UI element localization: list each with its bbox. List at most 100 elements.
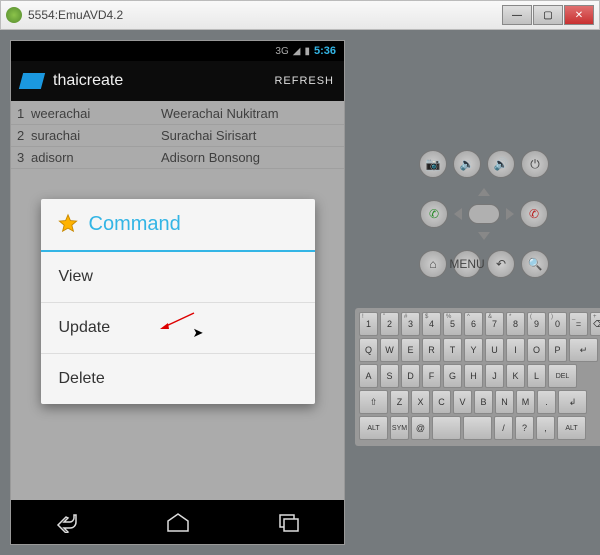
network-icon: 3G <box>275 46 288 57</box>
key-ALT[interactable]: ALT <box>557 416 586 440</box>
key-A[interactable]: A <box>359 364 378 388</box>
dialog-overlay[interactable]: Command View Update ➤ Delete <box>11 101 344 501</box>
key-P[interactable]: P <box>548 338 567 362</box>
dpad-up-button[interactable] <box>478 188 490 196</box>
key-E[interactable]: E <box>401 338 420 362</box>
dpad-left-button[interactable] <box>454 208 462 220</box>
key-S[interactable]: S <box>380 364 399 388</box>
key-F[interactable]: F <box>422 364 441 388</box>
home-nav-icon[interactable] <box>163 511 193 533</box>
key-D[interactable]: D <box>401 364 420 388</box>
hw-keyboard: !1"2#3$4%5^6&7*8(9)0_=+⌫ QWERTYUIOP↵ ASD… <box>355 308 600 446</box>
key-H[interactable]: H <box>464 364 483 388</box>
key-V[interactable]: V <box>453 390 472 414</box>
dialog-item-delete[interactable]: Delete <box>41 354 315 404</box>
key-9[interactable]: (9 <box>527 312 546 336</box>
hw-back-button[interactable]: ↶ <box>487 250 515 278</box>
key-O[interactable]: O <box>527 338 546 362</box>
cursor-icon: ➤ <box>193 325 204 341</box>
key-⌫[interactable]: +⌫ <box>590 312 600 336</box>
app-window-icon <box>6 7 22 23</box>
key-B[interactable]: B <box>474 390 493 414</box>
key-8[interactable]: *8 <box>506 312 525 336</box>
key-,[interactable]: , <box>536 416 555 440</box>
command-dialog: Command View Update ➤ Delete <box>41 199 315 404</box>
key-space[interactable] <box>463 416 492 440</box>
pointer-arrow-icon <box>156 311 196 331</box>
action-bar: thaicreate REFRESH <box>11 61 344 101</box>
key-Q[interactable]: Q <box>359 338 378 362</box>
status-bar: 3G ◢ ▮ 5:36 <box>11 41 344 61</box>
dpad-right-button[interactable] <box>506 208 514 220</box>
key-K[interactable]: K <box>506 364 525 388</box>
key-space[interactable] <box>432 416 461 440</box>
key-M[interactable]: M <box>516 390 535 414</box>
close-button[interactable]: ✕ <box>564 5 594 25</box>
key-Y[interactable]: Y <box>464 338 483 362</box>
key-J[interactable]: J <box>485 364 504 388</box>
emulator-controls: 📷 🔉 🔊 ⏻ ✆ ✆ ⌂ MENU ↶ 🔍 <box>355 30 600 555</box>
key-/[interactable]: / <box>494 416 513 440</box>
key-C[interactable]: C <box>432 390 451 414</box>
key-?[interactable]: ? <box>515 416 534 440</box>
phone-screen: 3G ◢ ▮ 5:36 thaicreate REFRESH 1 weerach… <box>10 40 345 545</box>
dialog-item-view[interactable]: View <box>41 252 315 303</box>
list-area: 1 weerachai Weerachai Nukitram 2 suracha… <box>11 101 344 501</box>
dpad-center-button[interactable] <box>468 204 500 224</box>
maximize-button[interactable]: ▢ <box>533 5 563 25</box>
key-X[interactable]: X <box>411 390 430 414</box>
key-R[interactable]: R <box>422 338 441 362</box>
key-L[interactable]: L <box>527 364 546 388</box>
dialog-item-label: Update <box>59 319 111 336</box>
key-U[interactable]: U <box>485 338 504 362</box>
key-ALT[interactable]: ALT <box>359 416 388 440</box>
back-nav-icon[interactable] <box>52 511 82 533</box>
window-title: 5554:EmuAVD4.2 <box>28 8 502 22</box>
key-0[interactable]: )0 <box>548 312 567 336</box>
hw-volume-down-button[interactable]: 🔉 <box>453 150 481 178</box>
key-G[interactable]: G <box>443 364 462 388</box>
app-title: thaicreate <box>53 72 274 90</box>
key-W[interactable]: W <box>380 338 399 362</box>
hw-end-call-button[interactable]: ✆ <box>520 200 548 228</box>
window-titlebar: 5554:EmuAVD4.2 — ▢ ✕ <box>0 0 600 30</box>
key-4[interactable]: $4 <box>422 312 441 336</box>
key-↵[interactable]: ↵ <box>569 338 598 362</box>
key-5[interactable]: %5 <box>443 312 462 336</box>
key-I[interactable]: I <box>506 338 525 362</box>
hw-volume-up-button[interactable]: 🔊 <box>487 150 515 178</box>
hw-power-button[interactable]: ⏻ <box>521 150 549 178</box>
key-3[interactable]: #3 <box>401 312 420 336</box>
dialog-header: Command <box>41 199 315 252</box>
key-7[interactable]: &7 <box>485 312 504 336</box>
refresh-button[interactable]: REFRESH <box>274 75 334 87</box>
minimize-button[interactable]: — <box>502 5 532 25</box>
key-DEL[interactable]: DEL <box>548 364 577 388</box>
key-@[interactable]: @ <box>411 416 430 440</box>
key-↲[interactable]: ↲ <box>558 390 587 414</box>
nav-bar <box>11 500 344 544</box>
key-Z[interactable]: Z <box>390 390 409 414</box>
app-logo-icon <box>19 73 45 89</box>
key-⇧[interactable]: ⇧ <box>359 390 388 414</box>
key-1[interactable]: !1 <box>359 312 378 336</box>
star-icon <box>57 213 79 235</box>
key-=[interactable]: _= <box>569 312 588 336</box>
key-T[interactable]: T <box>443 338 462 362</box>
dpad-down-button[interactable] <box>478 232 490 240</box>
hw-call-button[interactable]: ✆ <box>420 200 448 228</box>
dialog-item-update[interactable]: Update ➤ <box>41 303 315 354</box>
emulator-body: 3G ◢ ▮ 5:36 thaicreate REFRESH 1 weerach… <box>0 30 600 555</box>
dpad <box>454 184 514 244</box>
key-6[interactable]: ^6 <box>464 312 483 336</box>
hw-search-button[interactable]: 🔍 <box>521 250 549 278</box>
hw-camera-button[interactable]: 📷 <box>419 150 447 178</box>
key-SYM[interactable]: SYM <box>390 416 409 440</box>
recent-nav-icon[interactable] <box>274 511 304 533</box>
hw-home-button[interactable]: ⌂ <box>419 250 447 278</box>
key-.[interactable]: . <box>537 390 556 414</box>
clock: 5:36 <box>314 45 336 57</box>
hw-menu-button[interactable]: MENU <box>453 250 481 278</box>
key-N[interactable]: N <box>495 390 514 414</box>
key-2[interactable]: "2 <box>380 312 399 336</box>
